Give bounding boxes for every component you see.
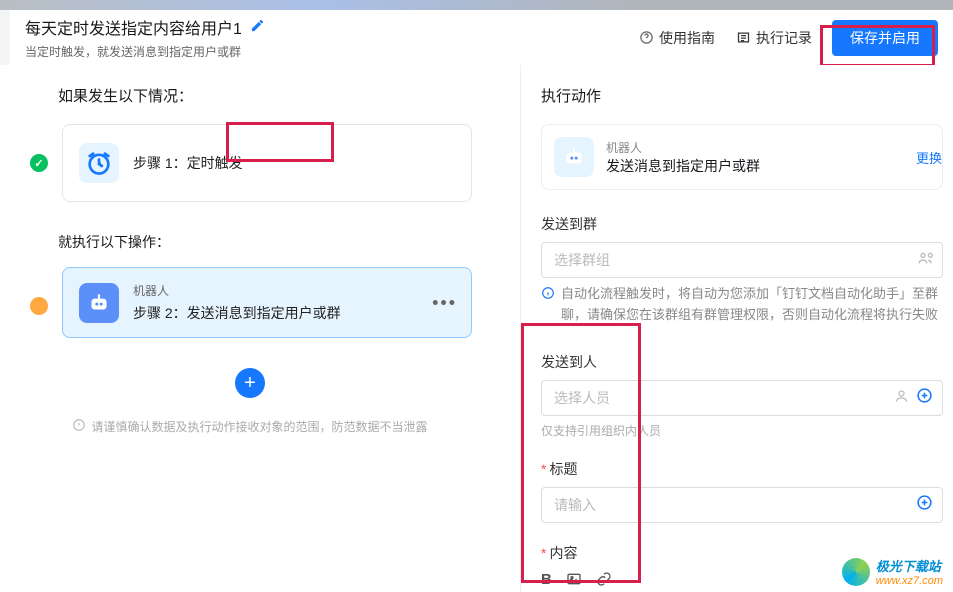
person-hint: 仅支持引用组织内人员 <box>541 422 943 439</box>
group-field: 发送到群 自动化流程触发时，将自动为您添加「钉钉文档自动化助手」至群聊，请确保您… <box>541 214 943 332</box>
person-select-input[interactable] <box>541 380 943 416</box>
action-card-main: 发送消息到指定用户或群 <box>606 156 760 176</box>
group-select-input[interactable] <box>541 242 943 278</box>
person-label: 发送到人 <box>541 352 943 372</box>
step-2-row: 机器人 步骤 2：发送消息到指定用户或群 ••• <box>20 267 480 338</box>
robot-icon <box>79 283 119 323</box>
disclaimer-text: 请谨慎确认数据及执行动作接收对象的范围，防范数据不当泄露 <box>91 418 427 435</box>
edit-icon[interactable] <box>250 18 265 36</box>
change-link[interactable]: 更换 <box>916 148 942 167</box>
group-label: 发送到群 <box>541 214 943 234</box>
clock-icon <box>79 143 119 183</box>
records-icon <box>735 30 751 46</box>
watermark-url: www.xz7.com <box>876 575 943 587</box>
left-panel: 如果发生以下情况： 步骤 1：定时触发 就执行以下操作： <box>0 65 520 592</box>
robot-icon <box>554 137 594 177</box>
action-card[interactable]: 机器人 发送消息到指定用户或群 更换 <box>541 124 943 190</box>
help-guide-label: 使用指南 <box>659 28 715 48</box>
action-heading: 就执行以下操作： <box>58 232 480 252</box>
condition-heading: 如果发生以下情况： <box>58 85 480 106</box>
group-info: 自动化流程触发时，将自动为您添加「钉钉文档自动化助手」至群聊，请确保您在该群组有… <box>541 278 943 332</box>
step-2-sub: 机器人 <box>133 282 341 299</box>
header: 每天定时发送指定内容给用户1 当定时触发，就发送消息到指定用户或群 使用指南 执… <box>10 10 953 65</box>
add-step-button[interactable]: + <box>235 368 265 398</box>
group-info-text: 自动化流程触发时，将自动为您添加「钉钉文档自动化助手」至群聊，请确保您在该群组有… <box>561 284 943 326</box>
bold-button[interactable]: B <box>541 571 552 591</box>
person-icon[interactable] <box>894 388 909 407</box>
title-input[interactable] <box>541 487 943 523</box>
top-bar-blur <box>0 0 953 10</box>
step-1-row: 步骤 1：定时触发 <box>20 124 480 202</box>
content: 如果发生以下情况： 步骤 1：定时触发 就执行以下操作： <box>0 65 953 592</box>
title-label: *标题 <box>541 459 943 479</box>
step-2-card[interactable]: 机器人 步骤 2：发送消息到指定用户或群 ••• <box>62 267 472 338</box>
right-panel: 执行动作 机器人 发送消息到指定用户或群 更换 发送到群 <box>520 65 953 592</box>
watermark-title: 极光下载站 <box>876 556 943 575</box>
page-title: 每天定时发送指定内容给用户1 <box>25 15 242 39</box>
info-icon <box>541 286 555 307</box>
page-subtitle: 当定时触发，就发送消息到指定用户或群 <box>25 43 265 60</box>
header-right: 使用指南 执行记录 保存并启用 <box>638 20 938 56</box>
person-field: 发送到人 仅支持引用组织内人员 <box>541 352 943 439</box>
warning-icon <box>72 418 86 435</box>
more-icon[interactable]: ••• <box>432 292 457 313</box>
action-card-sub: 机器人 <box>606 139 760 156</box>
title-field: *标题 <box>541 459 943 523</box>
step-1-label: 步骤 1： <box>133 155 187 171</box>
watermark: 极光下载站 www.xz7.com <box>842 556 943 587</box>
status-ok-icon <box>30 154 48 172</box>
save-enable-button[interactable]: 保存并启用 <box>832 20 938 56</box>
help-guide-link[interactable]: 使用指南 <box>638 28 715 48</box>
step-1-card[interactable]: 步骤 1：定时触发 <box>62 124 472 202</box>
step-2-main: 步骤 2：发送消息到指定用户或群 <box>133 303 341 323</box>
add-variable-icon[interactable] <box>916 494 933 516</box>
help-icon <box>638 30 654 46</box>
link-button[interactable] <box>596 571 612 591</box>
people-icon[interactable] <box>917 250 933 270</box>
step-1-trigger: 定时触发 <box>187 155 243 171</box>
header-left: 每天定时发送指定内容给用户1 当定时触发，就发送消息到指定用户或群 <box>25 15 265 60</box>
watermark-logo-icon <box>842 558 870 586</box>
exec-action-heading: 执行动作 <box>541 85 943 106</box>
add-person-icon[interactable] <box>916 387 933 409</box>
execution-records-label: 执行记录 <box>756 28 812 48</box>
disclaimer: 请谨慎确认数据及执行动作接收对象的范围，防范数据不当泄露 <box>20 418 480 435</box>
status-warn-icon <box>30 297 48 315</box>
image-button[interactable] <box>566 571 582 591</box>
execution-records-link[interactable]: 执行记录 <box>735 28 812 48</box>
